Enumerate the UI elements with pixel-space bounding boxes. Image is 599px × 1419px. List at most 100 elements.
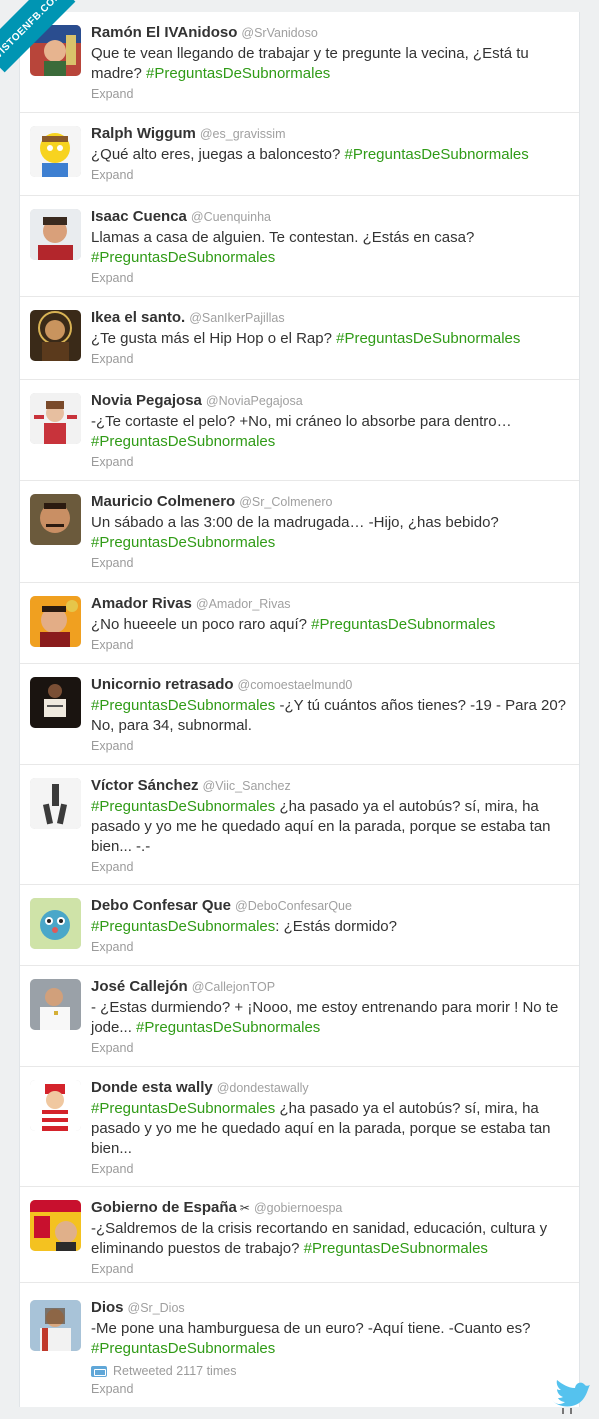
avatar[interactable] (30, 1200, 81, 1251)
tweet-text: #PreguntasDeSubnormales: ¿Estás dormido? (91, 917, 571, 937)
tweet-item[interactable]: Isaac Cuenca @Cuenquinha Llamas a casa de… (20, 196, 579, 297)
tweet-author-name[interactable]: Gobierno de España (91, 1199, 237, 1216)
tweet-author-handle[interactable]: @Sr_Dios (128, 1301, 185, 1315)
expand-link[interactable]: Expand (91, 1261, 571, 1277)
expand-link[interactable]: Expand (91, 1381, 571, 1397)
tweet-author-handle[interactable]: @es_gravissim (200, 127, 286, 141)
hashtag-link[interactable]: #PreguntasDeSubnormales (311, 616, 495, 633)
tweet-item[interactable]: Unicornio retrasado @comoestaelmund0 #Pre… (20, 664, 579, 765)
expand-link[interactable]: Expand (91, 454, 571, 470)
expand-link[interactable]: Expand (91, 1040, 571, 1056)
scissors-icon: ✂ (239, 1201, 250, 1215)
avatar[interactable] (30, 393, 81, 444)
hashtag-link[interactable]: #PreguntasDeSubnormales (91, 1100, 275, 1117)
tweet-item[interactable]: Víctor Sánchez @Viic_Sanchez #PreguntasDe… (20, 765, 579, 885)
tweet-author-name[interactable]: Dios (91, 1299, 124, 1316)
hashtag-link[interactable]: #PreguntasDeSubnormales (91, 433, 275, 450)
expand-link[interactable]: Expand (91, 859, 571, 875)
avatar[interactable] (30, 1080, 81, 1131)
tweet-author-name[interactable]: Mauricio Colmenero (91, 493, 235, 510)
tweet-text: Que te vean llegando de trabajar y te pr… (91, 44, 571, 84)
hashtag-link[interactable]: #PreguntasDeSubnormales (336, 330, 520, 347)
tweet-text: ¿Qué alto eres, juegas a baloncesto? #Pr… (91, 145, 571, 165)
tweet-author-name[interactable]: Ikea el santo. (91, 309, 185, 326)
tweet-item[interactable]: Donde esta wally @dondestawally #Pregunta… (20, 1067, 579, 1187)
tweet-author-handle[interactable]: @dondestawally (217, 1081, 309, 1095)
tweet-author-handle[interactable]: @Cuenquinha (191, 210, 271, 224)
hashtag-link[interactable]: #PreguntasDeSubnormales (304, 1240, 488, 1257)
tweet-body: : ¿Estás dormido? (275, 918, 397, 935)
tweet-author-name[interactable]: Unicornio retrasado (91, 676, 234, 693)
tweet-body: ¿Qué alto eres, juegas a baloncesto? (91, 146, 345, 163)
tweet-author-name[interactable]: Donde esta wally (91, 1079, 213, 1096)
avatar[interactable] (30, 126, 81, 177)
tweet-feed: Ramón El IVAnidoso @SrVanidoso Que te vea… (19, 12, 580, 1407)
tweet-author-name[interactable]: Víctor Sánchez (91, 777, 199, 794)
hashtag-link[interactable]: #PreguntasDeSubnormales (146, 65, 330, 82)
twitter-bird-icon (552, 1380, 590, 1414)
tweet-author-name[interactable]: Novia Pegajosa (91, 392, 202, 409)
tweet-item[interactable]: Amador Rivas @Amador_Rivas ¿No hueeele un… (20, 583, 579, 664)
tweet-author-handle[interactable]: @gobiernoespa (254, 1201, 342, 1215)
hashtag-link[interactable]: #PreguntasDeSubnormales (91, 697, 275, 714)
hashtag-link[interactable]: #PreguntasDeSubnormales (91, 798, 275, 815)
tweet-item[interactable]: Ramón El IVAnidoso @SrVanidoso Que te vea… (20, 12, 579, 113)
avatar[interactable] (30, 979, 81, 1030)
expand-link[interactable]: Expand (91, 555, 571, 571)
tweet-author-name[interactable]: Debo Confesar Que (91, 897, 231, 914)
tweet-author-handle[interactable]: @Viic_Sanchez (203, 779, 291, 793)
expand-link[interactable]: Expand (91, 738, 571, 754)
tweet-item[interactable]: Gobierno de España ✂ @gobiernoespa -¿Saldr… (20, 1187, 579, 1283)
tweet-author-handle[interactable]: @CallejonTOP (192, 980, 275, 994)
hashtag-link[interactable]: #PreguntasDeSubnormales (91, 534, 275, 551)
tweet-author-handle[interactable]: @SrVanidoso (241, 26, 317, 40)
hashtag-link[interactable]: #PreguntasDeSubnormales (91, 918, 275, 935)
tweet-item[interactable]: José Callejón @CallejonTOP - ¿Estas durmi… (20, 966, 579, 1067)
expand-link[interactable]: Expand (91, 637, 571, 653)
tweet-author-name[interactable]: Ramón El IVAnidoso (91, 24, 237, 41)
hashtag-link[interactable]: #PreguntasDeSubnormales (136, 1019, 320, 1036)
expand-link[interactable]: Expand (91, 270, 571, 286)
avatar[interactable] (30, 1300, 81, 1351)
avatar[interactable] (30, 209, 81, 260)
tweet-text: -¿Saldremos de la crisis recortando en s… (91, 1219, 571, 1259)
hashtag-link[interactable]: #PreguntasDeSubnormales (345, 146, 529, 163)
avatar[interactable] (30, 677, 81, 728)
tweet-author-handle[interactable]: @NoviaPegajosa (206, 394, 303, 408)
expand-link[interactable]: Expand (91, 939, 571, 955)
tweet-author-name[interactable]: Amador Rivas (91, 595, 192, 612)
tweet-body: -¿Te cortaste el pelo? +No, mi cráneo lo… (91, 413, 512, 430)
tweet-item[interactable]: Debo Confesar Que @DeboConfesarQue #Pregu… (20, 885, 579, 966)
retweet-icon (91, 1365, 107, 1377)
screenshot-canvas: VISTOENFB.COM Ramón El IVAnidoso @SrVanid… (0, 0, 599, 1419)
tweet-body: -Me pone una hamburguesa de un euro? -Aq… (91, 1320, 531, 1337)
hashtag-link[interactable]: #PreguntasDeSubnormales (91, 1340, 275, 1357)
expand-link[interactable]: Expand (91, 1161, 571, 1177)
tweet-author-handle[interactable]: @SanIkerPajillas (189, 311, 284, 325)
hashtag-link[interactable]: #PreguntasDeSubnormales (91, 249, 275, 266)
tweet-author-handle[interactable]: @comoestaelmund0 (238, 678, 353, 692)
tweet-author-name[interactable]: Ralph Wiggum (91, 125, 196, 142)
avatar[interactable] (30, 310, 81, 361)
avatar[interactable] (30, 778, 81, 829)
tweet-author-handle[interactable]: @DeboConfesarQue (235, 899, 352, 913)
expand-link[interactable]: Expand (91, 351, 571, 367)
tweet-author-handle[interactable]: @Amador_Rivas (196, 597, 291, 611)
tweet-item[interactable]: Ikea el santo. @SanIkerPajillas ¿Te gusta… (20, 297, 579, 380)
expand-link[interactable]: Expand (91, 167, 571, 183)
tweet-text: - ¿Estas durmiendo? + ¡Nooo, me estoy en… (91, 998, 571, 1038)
tweet-text: #PreguntasDeSubnormales ¿ha pasado ya el… (91, 797, 571, 857)
tweet-item[interactable]: Mauricio Colmenero @Sr_Colmenero Un sábad… (20, 481, 579, 583)
retweet-count-text: Retweeted 2117 times (113, 1364, 237, 1378)
tweet-author-name[interactable]: José Callejón (91, 978, 188, 995)
avatar[interactable] (30, 596, 81, 647)
tweet-item[interactable]: Dios @Sr_Dios -Me pone una hamburguesa de… (20, 1287, 579, 1407)
expand-link[interactable]: Expand (91, 86, 571, 102)
tweet-body: ¿Te gusta más el Hip Hop o el Rap? (91, 330, 337, 347)
tweet-author-handle[interactable]: @Sr_Colmenero (239, 495, 332, 509)
tweet-item[interactable]: Ralph Wiggum @es_gravissim ¿Qué alto eres… (20, 113, 579, 196)
tweet-item[interactable]: Novia Pegajosa @NoviaPegajosa -¿Te cortas… (20, 380, 579, 481)
tweet-author-name[interactable]: Isaac Cuenca (91, 208, 187, 225)
avatar[interactable] (30, 494, 81, 545)
avatar[interactable] (30, 898, 81, 949)
